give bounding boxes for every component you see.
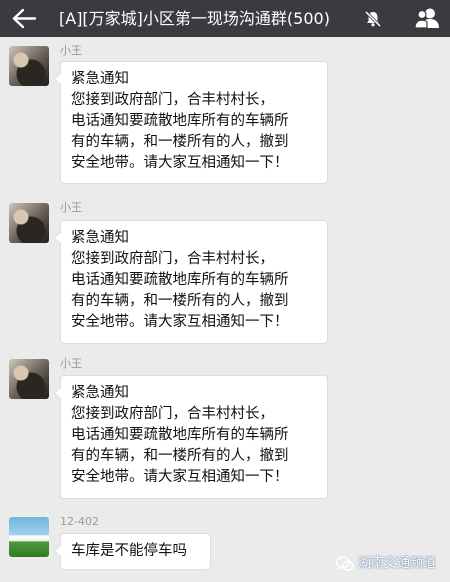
message-line: 有的车辆，和一楼所有的人，撤到 bbox=[71, 448, 289, 464]
group-members-icon[interactable] bbox=[414, 7, 440, 29]
message-line: 您接到政府部门，合丰村村长， bbox=[71, 251, 274, 267]
wechat-logo-icon bbox=[336, 556, 354, 571]
message-line: 紧急通知 bbox=[71, 385, 129, 401]
message-line: 安全地带。请大家互相通知一下！ bbox=[71, 469, 289, 485]
message-line: 紧急通知 bbox=[71, 230, 129, 246]
message-line: 紧急通知 bbox=[71, 71, 129, 87]
chat-header: [A][万家城]小区第一现场沟通群(500) bbox=[0, 0, 450, 37]
message-line: 安全地带。请大家互相通知一下！ bbox=[71, 314, 289, 330]
sender-name: 小王 bbox=[60, 44, 82, 57]
message-bubble[interactable]: 紧急通知 您接到政府部门，合丰村村长， 电话通知要疏散地库所有的车辆所 有的车辆… bbox=[54, 220, 328, 344]
message-bubble[interactable]: 车库是不能停车吗 bbox=[54, 533, 211, 570]
message-line: 电话通知要疏散地库所有的车辆所 bbox=[71, 427, 289, 443]
message-line: 您接到政府部门，合丰村村长， bbox=[71, 92, 274, 108]
muted-bell-icon bbox=[364, 10, 382, 27]
message-bubble[interactable]: 紧急通知 您接到政府部门，合丰村村长， 电话通知要疏散地库所有的车辆所 有的车辆… bbox=[54, 61, 328, 184]
message-line: 电话通知要疏散地库所有的车辆所 bbox=[71, 113, 289, 129]
message-line: 有的车辆，和一楼所有的人，撤到 bbox=[71, 134, 289, 150]
watermark: 湖南交通频道 bbox=[336, 552, 446, 576]
back-arrow-icon[interactable] bbox=[10, 6, 38, 31]
watermark-text: 湖南交通频道 bbox=[358, 556, 437, 571]
sender-avatar[interactable] bbox=[9, 359, 49, 399]
message-line: 有的车辆，和一楼所有的人，撤到 bbox=[71, 293, 289, 309]
sender-name: 12-402 bbox=[60, 515, 99, 528]
message-line: 您接到政府部门，合丰村村长， bbox=[71, 406, 274, 422]
chat-title: [A][万家城]小区第一现场沟通群(500) bbox=[59, 9, 330, 28]
sender-avatar[interactable] bbox=[9, 46, 49, 86]
sender-name: 小王 bbox=[60, 357, 82, 370]
sender-avatar[interactable] bbox=[9, 203, 49, 243]
message-line: 电话通知要疏散地库所有的车辆所 bbox=[71, 272, 289, 288]
sender-avatar[interactable] bbox=[9, 517, 49, 557]
message-line: 车库是不能停车吗 bbox=[71, 543, 187, 559]
message-bubble[interactable]: 紧急通知 您接到政府部门，合丰村村长， 电话通知要疏散地库所有的车辆所 有的车辆… bbox=[54, 375, 328, 499]
message-line: 安全地带。请大家互相通知一下！ bbox=[71, 155, 289, 171]
sender-name: 小王 bbox=[60, 201, 82, 214]
